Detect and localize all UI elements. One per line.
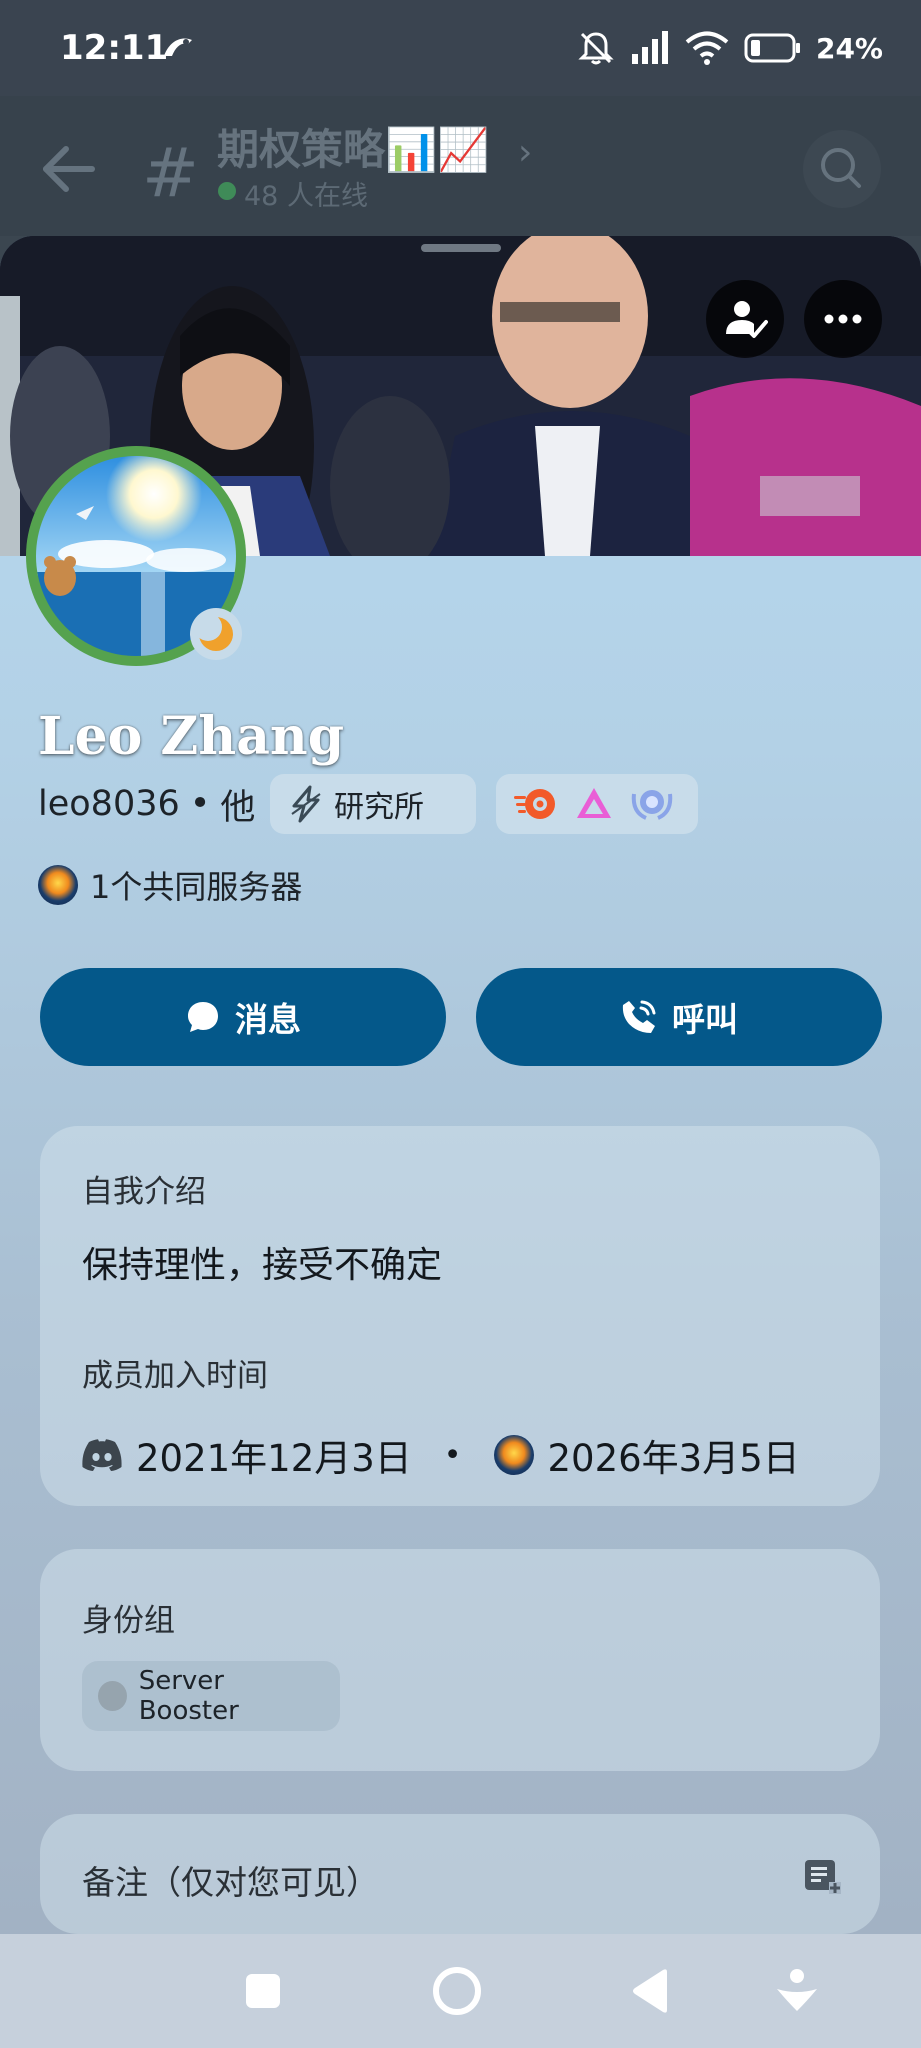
square-icon xyxy=(246,1974,280,2008)
server-tag-label: 研究所 xyxy=(334,790,424,825)
about-me-label: 自我介绍 xyxy=(82,1174,206,1210)
lightning-tag-icon xyxy=(291,785,321,823)
about-me-card: 自我介绍 保持理性，接受不确定 成员加入时间 2021年12月3日 • 2026… xyxy=(40,1126,880,1506)
role-name: Server Booster xyxy=(138,1666,239,1726)
friend-status-button[interactable] xyxy=(706,280,784,358)
channel-title[interactable]: 期权策略📊📈 xyxy=(217,116,490,177)
triangle-back-icon xyxy=(633,1969,667,2013)
wifi-icon xyxy=(685,31,729,65)
separator: • xyxy=(189,784,211,824)
sheet-drag-handle[interactable] xyxy=(421,244,501,252)
home-button[interactable] xyxy=(426,1960,488,2022)
phone-icon xyxy=(622,1000,656,1033)
member-since-label: 成员加入时间 xyxy=(82,1358,268,1394)
search-button[interactable] xyxy=(803,130,881,208)
role-chip[interactable]: Server Booster xyxy=(82,1661,340,1731)
note-card[interactable]: 备注（仅对您可见） xyxy=(40,1814,880,1934)
bio-text: 保持理性，接受不确定 xyxy=(82,1245,443,1286)
date-separator: • xyxy=(443,1437,462,1473)
discord-joined-date: 2021年12月3日 xyxy=(136,1437,412,1480)
mutual-servers-label: 1个共同服务器 xyxy=(90,868,303,906)
message-button-label: 消息 xyxy=(235,1000,301,1039)
status-time: 12:11 xyxy=(60,28,169,68)
server-tag[interactable]: 研究所 xyxy=(270,774,476,834)
more-options-button[interactable] xyxy=(804,280,882,358)
display-name: Leo Zhang xyxy=(38,706,345,767)
member-since-row: 2021年12月3日 • 2026年3月5日 xyxy=(82,1428,800,1482)
home-circle-icon xyxy=(433,1967,481,2015)
role-color-dot xyxy=(98,1681,127,1711)
server-icon xyxy=(493,1435,534,1475)
username: leo8036 xyxy=(38,784,180,824)
note-label: 备注（仅对您可见） xyxy=(82,1863,379,1902)
more-icon xyxy=(824,314,862,324)
message-button[interactable]: 消息 xyxy=(40,968,446,1066)
moon-icon xyxy=(194,613,233,651)
pronouns: 他 xyxy=(220,787,256,828)
mutual-servers[interactable]: 1个共同服务器 xyxy=(38,862,302,908)
username-row: leo8036 • 他 xyxy=(38,774,255,834)
online-dot xyxy=(218,182,236,200)
server-icon xyxy=(38,865,78,905)
channel-header: # 期权策略📊📈 › 48 人在线 xyxy=(0,96,921,236)
status-bar: 12:11 24% xyxy=(0,0,921,96)
badge-list xyxy=(496,774,698,834)
status-icons: 24% xyxy=(576,24,883,72)
call-button[interactable]: 呼叫 xyxy=(476,968,882,1066)
discord-icon xyxy=(82,1439,122,1471)
signal-icon xyxy=(631,31,668,64)
chevron-right-icon: › xyxy=(518,132,533,173)
mute-bell-icon xyxy=(578,32,614,65)
friend-check-icon xyxy=(726,301,768,338)
search-icon xyxy=(821,148,861,188)
online-count: 48 人在线 xyxy=(244,181,368,212)
accessibility-button[interactable] xyxy=(766,1960,828,2022)
idle-status-indicator xyxy=(190,608,242,660)
system-navigation-bar xyxy=(0,1934,921,2048)
battery-level: 24% xyxy=(815,31,883,65)
profile-sheet: Leo Zhang leo8036 • 他 研究所 1个共同服务器 消息 呼叫 … xyxy=(0,236,921,1934)
note-add-icon[interactable] xyxy=(802,1856,842,1896)
server-joined-date: 2026年3月5日 xyxy=(547,1437,800,1480)
accessibility-icon xyxy=(777,1969,817,2011)
back-arrow-icon[interactable] xyxy=(40,144,96,194)
roles-label: 身份组 xyxy=(82,1603,175,1639)
battery-icon xyxy=(744,33,800,63)
chat-bubble-icon xyxy=(188,1002,218,1032)
boost-badge-icon[interactable] xyxy=(574,784,614,824)
recents-button[interactable] xyxy=(232,1960,294,2022)
quest-badge-icon[interactable] xyxy=(630,784,674,824)
back-button[interactable] xyxy=(620,1960,682,2022)
channel-hash-icon: # xyxy=(142,134,199,213)
roles-card: 身份组 Server Booster xyxy=(40,1549,880,1771)
nitro-badge-icon[interactable] xyxy=(512,784,558,824)
call-button-label: 呼叫 xyxy=(672,1000,738,1039)
app-notification-icon xyxy=(164,38,192,56)
